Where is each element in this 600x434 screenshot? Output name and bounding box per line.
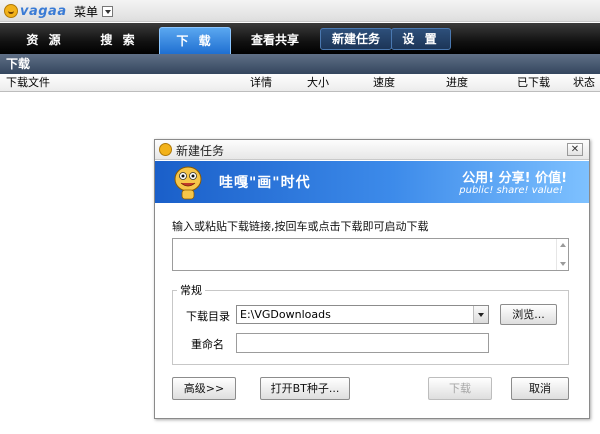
download-dir-select[interactable]: E:\VGDownloads [236, 305, 489, 324]
dialog-banner: 哇嘎"画"时代 公用! 分享! 价值! public! share! value… [155, 161, 589, 203]
main-tabbar: 资 源 搜 索 下 载 查看共享 新建任务 设 置 [0, 23, 600, 54]
dropdown-arrow-icon[interactable] [473, 306, 488, 323]
tab-view-shared[interactable]: 查看共享 [238, 29, 312, 54]
column-header-speed[interactable]: 速度 [373, 74, 395, 92]
scroll-down-icon[interactable] [560, 262, 566, 266]
link-instruction: 输入或粘贴下载链接,按回车或点击下载即可启动下载 [172, 220, 429, 233]
column-header-file[interactable]: 下载文件 [6, 74, 50, 92]
banner-tagline-cn: 公用! 分享! 价值! [462, 171, 567, 186]
download-dir-label: 下载目录 [186, 310, 230, 323]
mascot-icon [174, 166, 202, 200]
link-input-scrollbar[interactable] [556, 239, 568, 270]
dialog-title: 新建任务 [176, 144, 225, 158]
app-titlebar: vagaa 菜单 [0, 0, 600, 22]
browse-button[interactable]: 浏览... [500, 304, 557, 325]
chevron-down-icon [102, 6, 114, 17]
rename-label: 重命名 [191, 338, 224, 351]
column-header-size[interactable]: 大小 [307, 74, 329, 92]
rename-input[interactable] [236, 333, 489, 353]
tab-download[interactable]: 下 载 [159, 27, 231, 54]
tab-resources[interactable]: 资 源 [14, 29, 76, 54]
tab-settings[interactable]: 设 置 [391, 28, 451, 50]
tab-search[interactable]: 搜 索 [88, 29, 150, 54]
open-bt-seed-button[interactable]: 打开BT种子... [260, 377, 350, 400]
section-title: 下载 [0, 54, 600, 74]
advanced-button[interactable]: 高级>> [172, 377, 236, 400]
new-task-dialog: 新建任务 ✕ 哇嘎"画"时代 公用! 分享! 价值! public! share… [154, 139, 590, 419]
general-group-label: 常规 [177, 282, 205, 298]
banner-slogan: 哇嘎"画"时代 [219, 175, 311, 191]
download-list-header: 下载文件 详情 大小 速度 进度 已下载 状态 [0, 74, 600, 92]
column-header-details[interactable]: 详情 [250, 74, 272, 92]
download-link-input[interactable] [172, 238, 569, 271]
app-icon [159, 143, 172, 156]
general-groupbox [172, 290, 569, 365]
download-dir-value: E:\VGDownloads [240, 308, 331, 321]
main-menu-label: 菜单 [74, 5, 99, 19]
column-header-status[interactable]: 状态 [573, 74, 595, 92]
column-header-downloaded[interactable]: 已下载 [517, 74, 550, 92]
cancel-button[interactable]: 取消 [511, 377, 569, 400]
scroll-up-icon[interactable] [560, 243, 566, 247]
app-logo: vagaa [4, 2, 67, 20]
close-button[interactable]: ✕ [567, 143, 583, 156]
download-button[interactable]: 下载 [428, 377, 492, 400]
app-logo-text: vagaa [20, 3, 67, 19]
column-header-progress[interactable]: 进度 [446, 74, 468, 92]
dialog-titlebar[interactable]: 新建任务 ✕ [155, 140, 589, 160]
main-menu-button[interactable]: 菜单 [74, 3, 114, 20]
tab-new-task[interactable]: 新建任务 [320, 28, 392, 50]
banner-tagline-en: public! share! value! [459, 185, 563, 196]
vagaa-mascot-icon [4, 4, 18, 18]
